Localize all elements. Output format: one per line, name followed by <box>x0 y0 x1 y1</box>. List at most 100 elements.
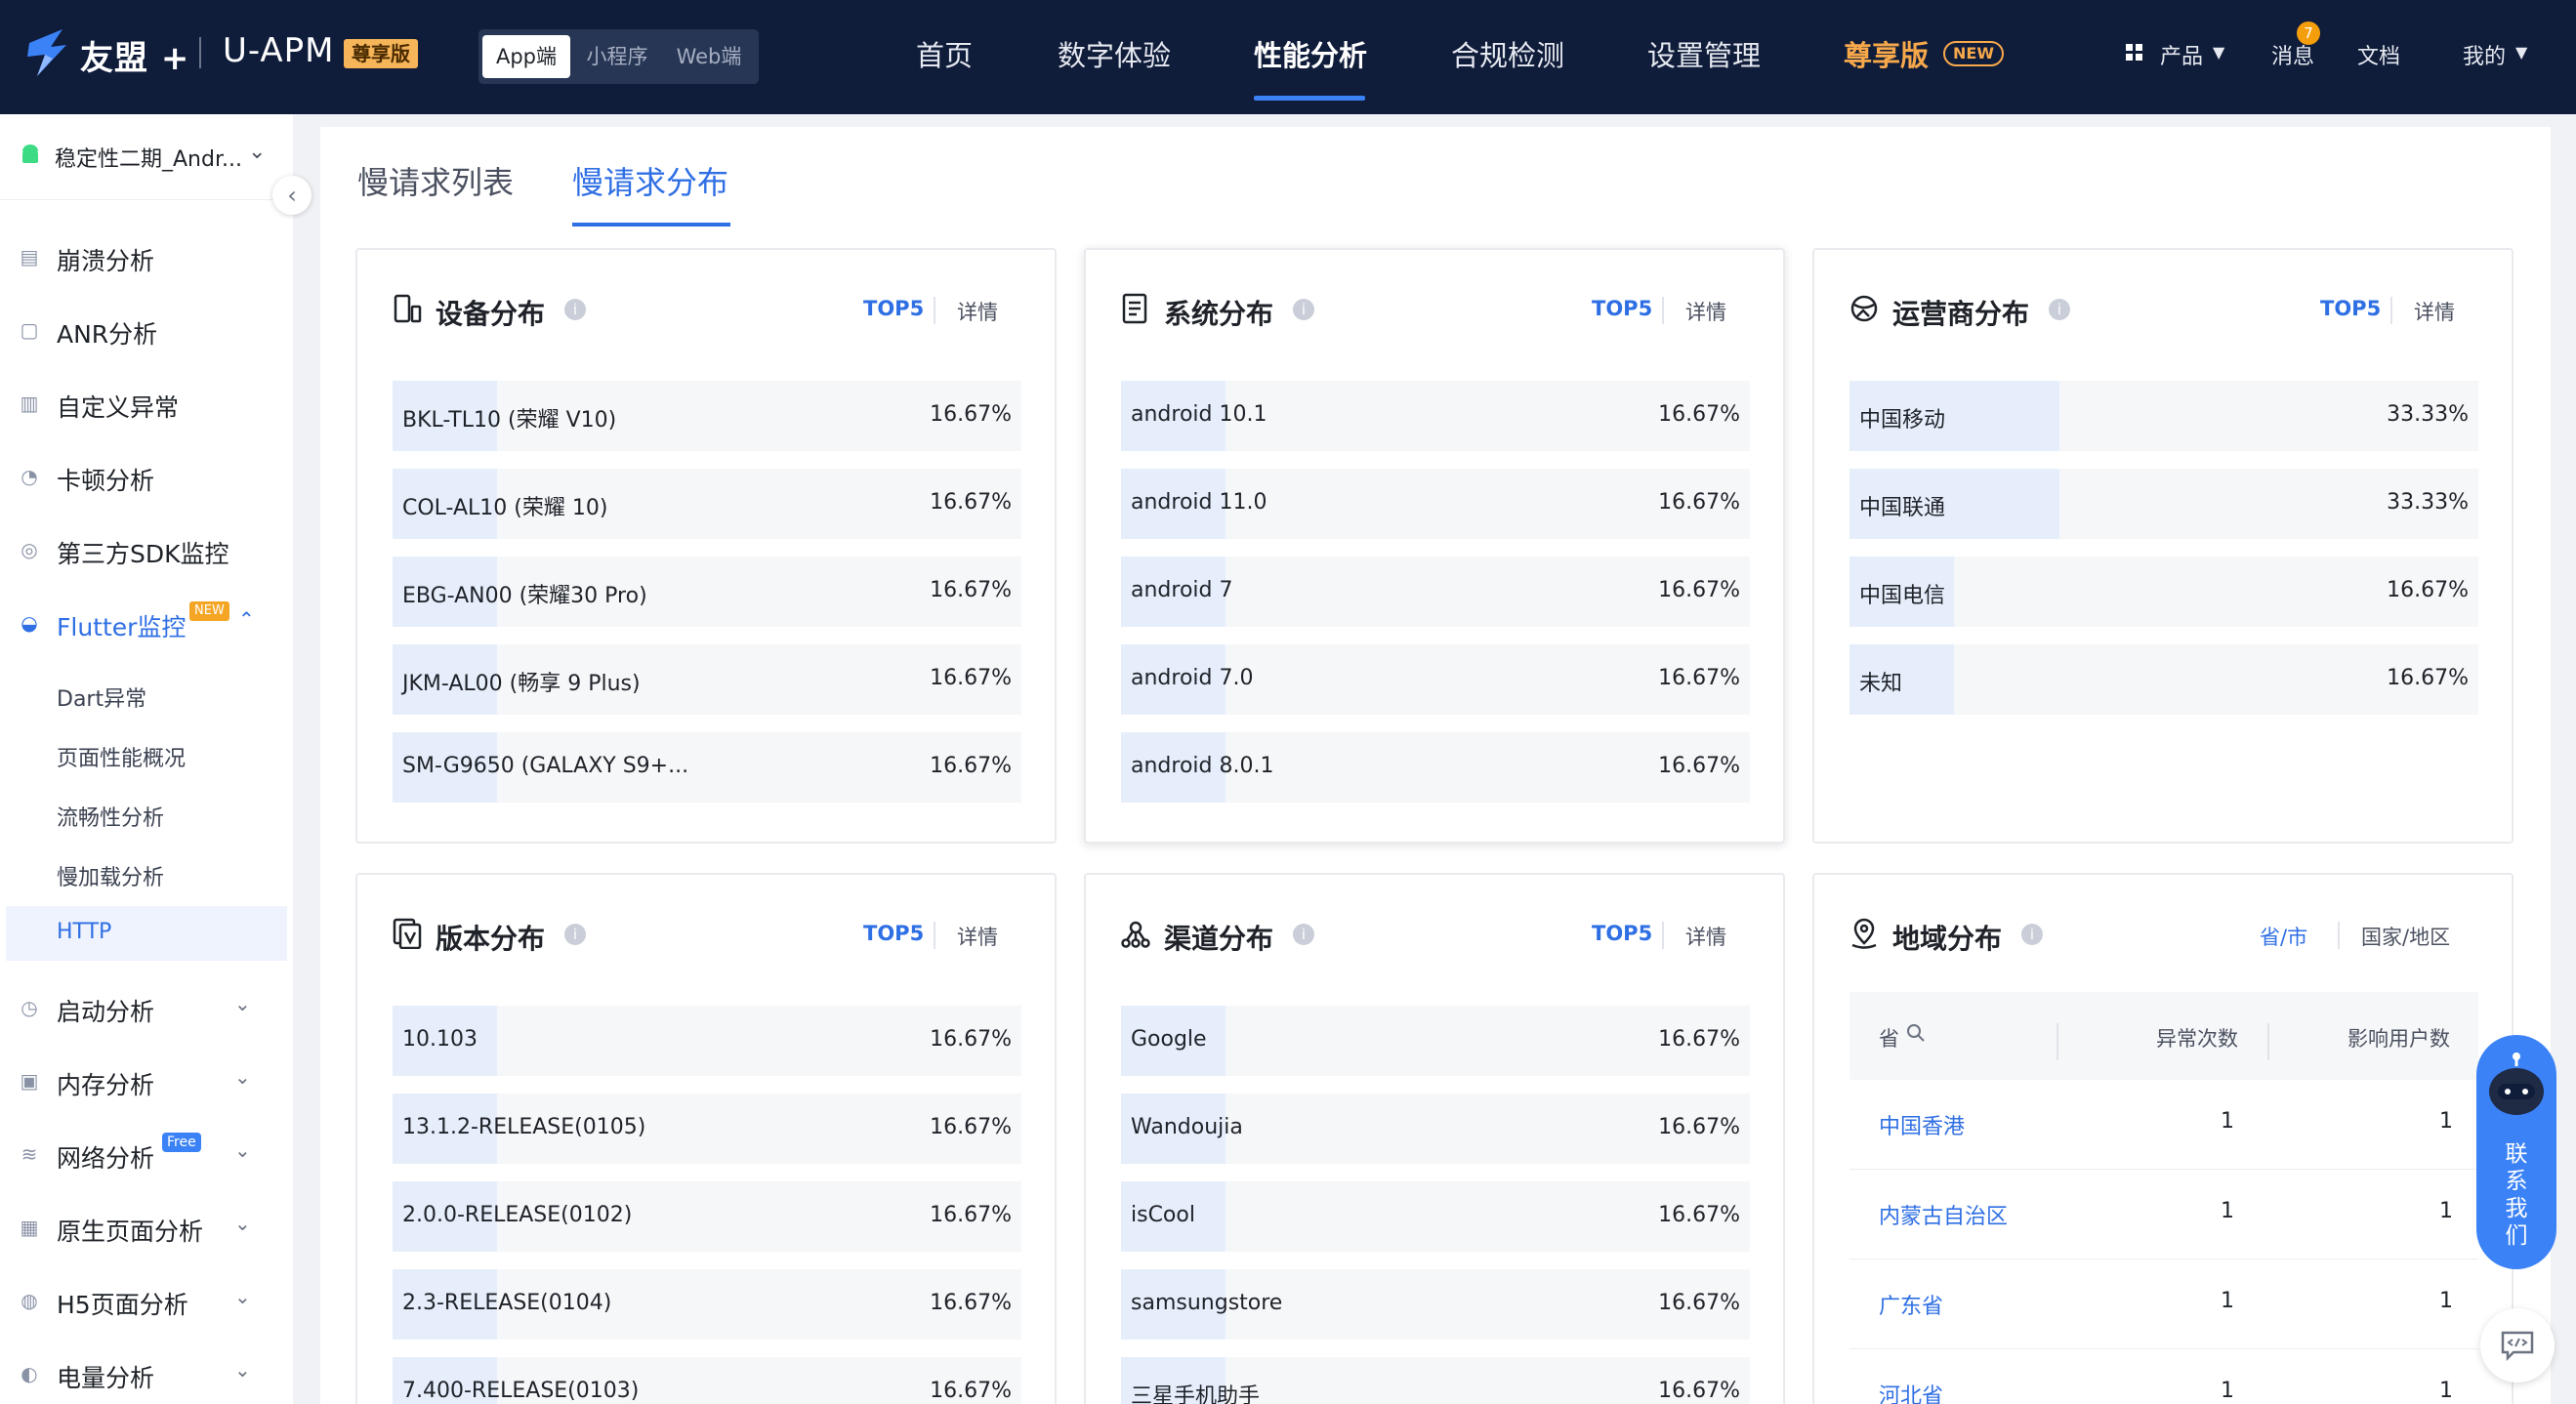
sidebar-item-native-page[interactable]: ▦ 原生页面分析 ⌄ <box>0 1198 293 1257</box>
sidebar-sub-smoothness[interactable]: 流畅性分析 <box>6 787 287 842</box>
sidebar-sub-slow-load[interactable]: 慢加载分析 <box>6 847 287 901</box>
sidebar-sub-http[interactable]: HTTP <box>6 906 287 961</box>
sidebar-sub-dart-exception[interactable]: Dart异常 <box>6 668 287 723</box>
sidebar-item-anr[interactable]: ▢ ANR分析 <box>0 301 293 359</box>
row-label: Wandoujia <box>1131 1115 1243 1139</box>
row-percentage: 16.67% <box>1658 490 1740 515</box>
sidebar-item-crash[interactable]: ▤ 崩溃分析 <box>0 227 293 286</box>
nav-digital-experience[interactable]: 数字体验 <box>1058 33 1171 74</box>
sidebar-item-custom-exception[interactable]: ▥ 自定义异常 <box>0 374 293 433</box>
chevron-down-icon: ⌄ <box>234 1285 251 1308</box>
nav-home[interactable]: 首页 <box>916 33 973 74</box>
globe-icon <box>1850 295 1878 322</box>
tab-slow-request-distribution[interactable]: 慢请求分布 <box>572 158 728 203</box>
top5-toggle[interactable]: TOP5 <box>1592 922 1652 945</box>
contact-us-button[interactable]: 联系我们 <box>2476 1035 2556 1269</box>
table-row: 中国香港 1 1 <box>1849 1080 2478 1170</box>
row-label: 三星手机助手 <box>1131 1384 1261 1404</box>
distribution-row: android 11.0 16.67% <box>1121 469 1750 539</box>
divider <box>1662 922 1664 949</box>
top5-toggle[interactable]: TOP5 <box>2320 297 2381 320</box>
top5-toggle[interactable]: TOP5 <box>863 922 924 945</box>
distribution-row: android 8.0.1 16.67% <box>1121 732 1750 803</box>
sidebar-item-network[interactable]: ≋ 网络分析 Free ⌄ <box>0 1125 293 1183</box>
search-icon[interactable] <box>1906 1023 1926 1043</box>
top5-toggle[interactable]: TOP5 <box>863 297 924 320</box>
detail-link[interactable]: 详情 <box>2414 297 2455 326</box>
docs-link[interactable]: 文档 <box>2357 39 2400 70</box>
nav-performance[interactable]: 性能分析 <box>1254 33 1367 74</box>
tab-slow-request-list[interactable]: 慢请求列表 <box>357 158 514 203</box>
affected-users: 1 <box>2439 1109 2453 1134</box>
chevron-down-icon: ▼ <box>2515 43 2528 62</box>
row-percentage: 16.67% <box>1658 1291 1740 1315</box>
nav-compliance[interactable]: 合规检测 <box>1451 33 1564 74</box>
sidebar-item-flutter[interactable]: ◒ Flutter监控 NEW ⌃ <box>0 594 293 652</box>
message-count-badge: 7 <box>2297 21 2320 45</box>
sidebar-sub-label: 流畅性分析 <box>57 806 165 831</box>
info-icon[interactable]: i <box>2021 924 2043 945</box>
card-device-distribution: 设备分布 i TOP5 详情 BKL-TL10 (荣耀 V10) 16.67% CO… <box>355 248 1057 844</box>
product-name[interactable]: U-APM <box>223 31 335 70</box>
user-menu[interactable]: 我的 <box>2463 39 2506 70</box>
sidebar-item-battery[interactable]: ◐ 电量分析 ⌄ <box>0 1344 293 1403</box>
row-label: EBG-AN00 (荣耀30 Pro) <box>402 584 647 608</box>
page-icon: ▦ <box>20 1216 39 1239</box>
detail-link[interactable]: 详情 <box>957 297 998 326</box>
robot-icon <box>2489 1053 2544 1115</box>
distribution-row: 三星手机助手 16.67% <box>1121 1357 1750 1404</box>
app-selector[interactable]: 稳定性二期_Andr... ⌄ <box>0 114 293 200</box>
row-label: android 7.0 <box>1131 666 1254 690</box>
feedback-button[interactable] <box>2480 1308 2555 1383</box>
divider <box>2267 1023 2269 1060</box>
province-link[interactable]: 内蒙古自治区 <box>1879 1199 2008 1230</box>
sidebar-item-h5-page[interactable]: ◍ H5页面分析 ⌄ <box>0 1271 293 1330</box>
sidebar-item-launch[interactable]: ◷ 启动分析 ⌄ <box>0 978 293 1037</box>
row-percentage: 16.67% <box>1658 754 1740 778</box>
products-menu[interactable]: 产品 <box>2160 39 2203 70</box>
anomaly-count: 1 <box>2221 1109 2234 1134</box>
detail-link[interactable]: 详情 <box>957 922 998 951</box>
anomaly-count: 1 <box>2221 1199 2234 1223</box>
card-carrier-distribution: 运营商分布 i TOP5 详情 中国移动 33.33% 中国联通 33.33% 中国电信… <box>1812 248 2514 844</box>
distribution-row: BKL-TL10 (荣耀 V10) 16.67% <box>393 381 1021 451</box>
info-icon[interactable]: i <box>1293 299 1314 320</box>
sidebar-item-third-party-sdk[interactable]: ◎ 第三方SDK监控 <box>0 520 293 579</box>
province-link[interactable]: 中国香港 <box>1879 1109 1965 1140</box>
platform-tab-app[interactable]: App端 <box>482 35 570 78</box>
sidebar-item-memory[interactable]: ▣ 内存分析 ⌄ <box>0 1052 293 1110</box>
brand-name[interactable]: 友盟 + <box>80 31 189 79</box>
sidebar-item-lag[interactable]: ◔ 卡顿分析 <box>0 447 293 506</box>
province-link[interactable]: 广东省 <box>1879 1289 1943 1320</box>
row-label: JKM-AL00 (畅享 9 Plus) <box>402 672 641 696</box>
platform-tab-web[interactable]: Web端 <box>664 35 754 78</box>
channel-icon <box>1121 921 1150 948</box>
platform-switcher: App端 小程序 Web端 <box>478 29 759 84</box>
row-label: 中国联通 <box>1859 496 1946 520</box>
row-label: samsungstore <box>1131 1291 1283 1315</box>
info-icon[interactable]: i <box>564 299 586 320</box>
clock-icon: ◔ <box>21 465 38 488</box>
row-percentage: 16.67% <box>930 754 1012 778</box>
nav-settings[interactable]: 设置管理 <box>1647 33 1761 74</box>
province-link[interactable]: 河北省 <box>1879 1379 1943 1404</box>
umeng-logo-icon[interactable] <box>23 25 70 80</box>
nav-vip[interactable]: 尊享版 <box>1844 33 1929 74</box>
info-icon[interactable]: i <box>2049 299 2070 320</box>
info-icon[interactable]: i <box>564 924 586 945</box>
info-icon[interactable]: i <box>1293 924 1314 945</box>
row-percentage: 16.67% <box>1658 578 1740 602</box>
region-tab-country[interactable]: 国家/地区 <box>2361 922 2450 951</box>
chevron-down-icon: ⌄ <box>234 992 251 1015</box>
detail-link[interactable]: 详情 <box>1685 922 1726 951</box>
top5-toggle[interactable]: TOP5 <box>1592 297 1652 320</box>
column-affected-users[interactable]: 影响用户数 <box>2347 1023 2450 1053</box>
sidebar-sub-page-performance[interactable]: 页面性能概况 <box>6 727 287 782</box>
column-anomaly-count[interactable]: 异常次数 <box>2156 1023 2238 1053</box>
affected-users: 1 <box>2439 1289 2453 1313</box>
detail-link[interactable]: 详情 <box>1685 297 1726 326</box>
sidebar-item-label: 第三方SDK监控 <box>57 540 229 568</box>
sidebar-collapse-button[interactable]: ‹ <box>272 176 312 215</box>
platform-tab-miniprogram[interactable]: 小程序 <box>572 35 662 78</box>
region-tab-province[interactable]: 省/市 <box>2260 922 2307 951</box>
